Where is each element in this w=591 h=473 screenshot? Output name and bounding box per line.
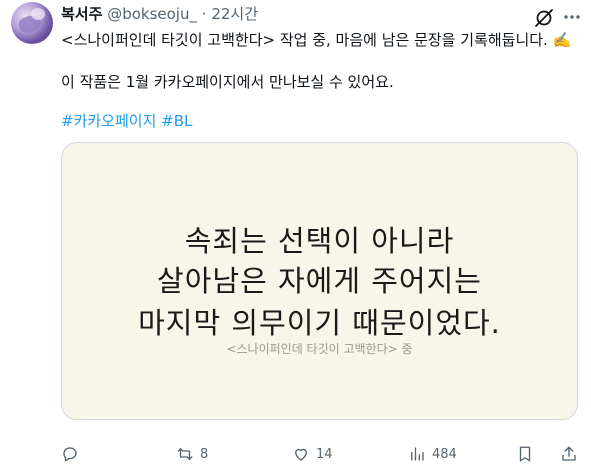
more-icon[interactable] — [561, 6, 583, 28]
quote-line: 마지막 의무이기 때문이었다. — [138, 306, 501, 340]
bookmark-button[interactable] — [516, 445, 534, 463]
views-count: 484 — [432, 446, 457, 462]
hashtag-row: #카카오페이지 #BL — [61, 111, 192, 131]
views-icon — [411, 447, 424, 461]
retweet-icon — [177, 448, 193, 460]
tweet-text-line: <스나이퍼인데 타깃이 고백한다> 작업 중, 마음에 남은 문장을 기록해둡니… — [61, 31, 572, 49]
tweet-header: 복서주 @bokseoju_ · 22시간 — [61, 4, 258, 24]
heart-icon — [295, 448, 307, 461]
reply-icon — [63, 447, 77, 462]
retweet-count: 8 — [200, 446, 209, 462]
author-name[interactable]: 복서주 — [61, 5, 102, 23]
bookmark-icon — [519, 446, 531, 462]
views-button[interactable]: 484 — [408, 445, 457, 463]
share-button[interactable] — [560, 445, 578, 463]
quote-line: 속죄는 선택이 아니라 — [184, 224, 455, 258]
quote-source: <스나이퍼인데 타깃이 고백한다> 중 — [226, 342, 413, 356]
quote-image-card[interactable]: 속죄는 선택이 아니라 살아남은 자에게 주어지는 마지막 의무이기 때문이었다… — [61, 142, 578, 420]
hashtag-link[interactable]: #BL — [161, 112, 192, 130]
quote-line: 살아남은 자에게 주어지는 — [157, 264, 482, 298]
author-handle[interactable]: @bokseoju_ — [107, 5, 197, 23]
hashtag-link[interactable]: #카카오페이지 — [61, 112, 156, 130]
reply-button[interactable] — [61, 445, 85, 463]
timestamp[interactable]: 22시간 — [211, 5, 258, 23]
retweet-button[interactable]: 8 — [176, 445, 208, 463]
share-icon — [562, 446, 576, 461]
separator-dot: · — [201, 5, 207, 23]
grok-icon[interactable] — [534, 8, 554, 28]
action-bar: 8 14 484 — [61, 445, 581, 467]
like-count: 14 — [316, 446, 333, 462]
tweet-text-line: 이 작품은 1월 카카오페이지에서 만나보실 수 있어요. — [61, 73, 394, 91]
avatar[interactable] — [11, 2, 53, 44]
like-button[interactable]: 14 — [292, 445, 333, 463]
